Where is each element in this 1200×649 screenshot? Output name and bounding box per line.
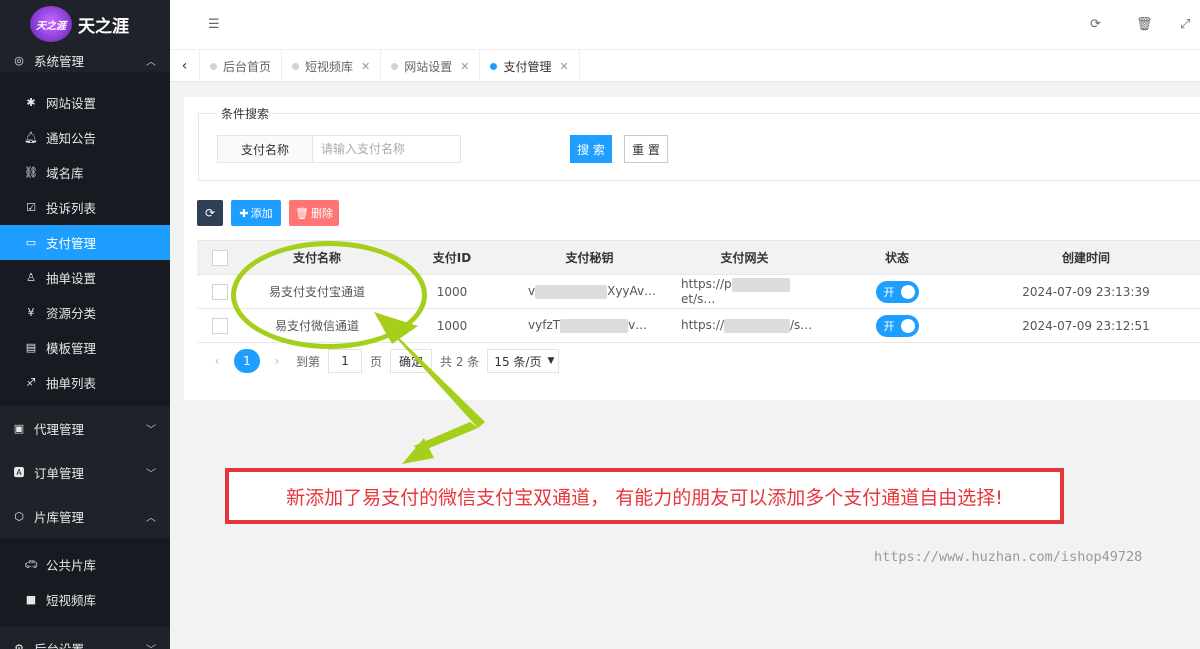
annotation-banner: 新添加了易支付的微信支付宝双通道， 有能力的朋友可以添加多个支付通道自由选择! xyxy=(225,468,1064,524)
arrowhead-up-shape xyxy=(374,312,418,344)
banner-text: 新添加了易支付的微信支付宝双通道， 有能力的朋友可以添加多个支付通道自由选择! xyxy=(286,486,1003,509)
watermark: https://www.huzhan.com/ishop49728 xyxy=(874,549,1143,565)
